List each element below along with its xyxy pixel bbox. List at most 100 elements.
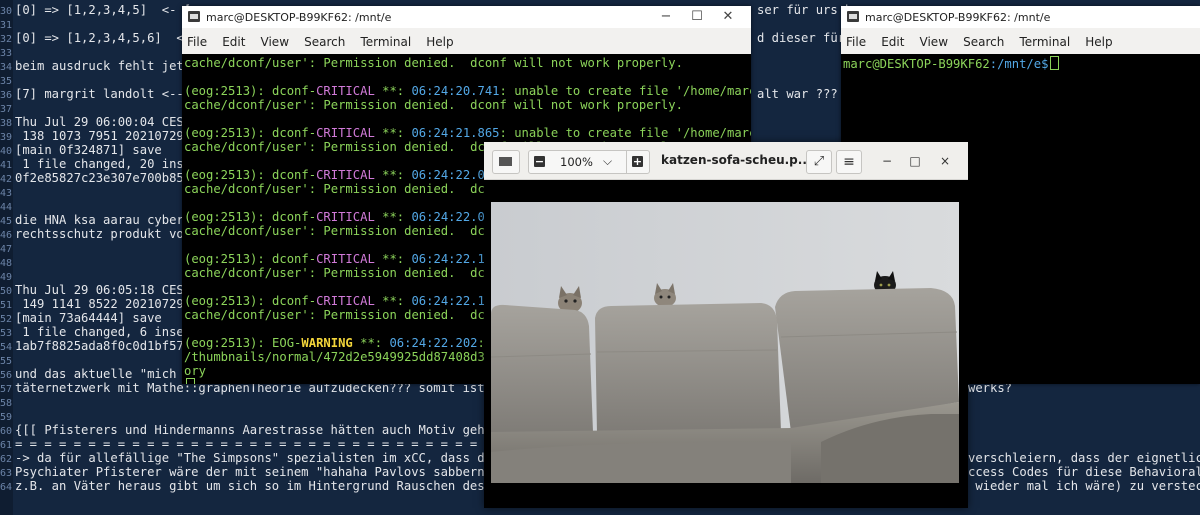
output-segment: 06:24:20.741 <box>411 84 500 98</box>
line-text: -> da für allefällige "The Simpsons" spe… <box>15 451 500 465</box>
terminal-output-line: ory <box>184 364 206 378</box>
line-text: 0f2e85827c23e307e700b85b <box>15 171 192 185</box>
zoom-in-icon: + <box>632 155 643 168</box>
close-button[interactable]: ✕ <box>720 9 736 25</box>
close-button[interactable]: × <box>936 152 954 170</box>
output-segment: 06:24:22.202 <box>389 336 478 350</box>
line-text: [0] => [1,2,3,4,5] <- [ <box>15 3 192 17</box>
maximize-button[interactable]: □ <box>906 152 924 170</box>
output-segment: cache/dconf/user': Permission denied. dc… <box>184 98 683 112</box>
menu-view[interactable]: View <box>256 28 294 49</box>
terminal-titlebar[interactable]: marc@DESKTOP-B99KF62: /mnt/e − ☐ ✕ <box>182 6 751 28</box>
terminal-app-icon <box>188 11 200 22</box>
fullscreen-button[interactable]: ⤢ <box>806 150 832 174</box>
zoom-level[interactable]: 100% <box>560 155 593 169</box>
minimize-button[interactable]: − <box>658 9 674 25</box>
menu-file[interactable]: File <box>182 28 212 49</box>
line-text: 1 file changed, 6 inser <box>15 325 192 339</box>
menu-file[interactable]: File <box>841 28 871 49</box>
output-segment: **: <box>374 168 412 182</box>
editor-line: 32 [0] => [1,2,3,4,5,6] <- <box>0 31 191 47</box>
line-text <box>13 269 15 283</box>
editor-line: 54 1ab7f8825ada8f0c0d1bf57e <box>0 339 191 355</box>
output-segment: **: <box>374 126 412 140</box>
editor-text-fragment: alt war ??? < <box>757 87 853 101</box>
viewer-headerbar[interactable]: − 100% ⌵ + katzen-sofa-scheu.p... ⤢ ≡ − … <box>484 142 968 180</box>
line-text: = = = = = = = = = = = = = = = = = = = = … <box>15 437 522 451</box>
editor-line: 64 z.B. an Väter heraus gibt um sich so i… <box>0 479 514 495</box>
menu-edit[interactable]: Edit <box>217 28 250 49</box>
output-segment: WARNING <box>301 336 353 350</box>
line-text: 149 1141 8522 20210729. <box>15 297 192 311</box>
line-text <box>13 409 15 423</box>
output-segment: (eog:2513): dconf- <box>184 84 317 98</box>
output-segment: CRITICAL <box>316 84 375 98</box>
terminal-output-line: cache/dconf/user': Permission denied. dc… <box>184 224 500 238</box>
terminal-output-line: (eog:2513): dconf-CRITICAL **: 06:24:20.… <box>184 84 751 98</box>
line-text: 138 1073 7951 20210729. <box>15 129 192 143</box>
output-segment: : unable to create file '/home/marc/. <box>499 84 751 98</box>
line-text: 1ab7f8825ada8f0c0d1bf57e <box>15 339 192 353</box>
gallery-icon <box>499 157 512 166</box>
line-text: {[[ Pfisterers und Hindermanns Aarestras… <box>15 423 507 437</box>
line-text: und das aktuelle "mich n <box>15 367 192 381</box>
line-text <box>13 199 15 213</box>
terminal-menubar: File Edit View Search Terminal Help <box>841 28 1200 54</box>
menu-help[interactable]: Help <box>1080 28 1117 49</box>
output-segment: cache/dconf/user': Permission denied. dc… <box>184 308 500 322</box>
shell-prompt: marc@DESKTOP-B99KF62:/mnt/e$ <box>843 56 1060 71</box>
terminal-menubar: File Edit View Search Terminal Help <box>182 28 751 54</box>
output-segment: : unable to create file '/home/marc/. <box>499 126 751 140</box>
output-segment: cache/dconf/user': Permission denied. dc… <box>184 56 683 70</box>
menu-terminal[interactable]: Terminal <box>1014 28 1075 49</box>
editor-text-fragment: d dieser für <box>757 31 846 45</box>
menu-search[interactable]: Search <box>299 28 350 49</box>
image-filename: katzen-sofa-scheu.p... <box>661 153 812 167</box>
output-segment: 06:24:21.865 <box>411 126 500 140</box>
terminal-output-line: (eog:2513): dconf-CRITICAL **: 06:24:22.… <box>184 210 500 224</box>
terminal-output-line: /thumbnails/normal/472d2e5949925dd87408d… <box>184 350 500 364</box>
maximize-button[interactable]: ☐ <box>689 9 705 25</box>
line-text <box>13 101 15 115</box>
output-segment: **: <box>374 84 412 98</box>
line-text <box>13 353 15 367</box>
menu-edit[interactable]: Edit <box>876 28 909 49</box>
editor-text-fragment: ccess Codes für diese Behavioral V <box>968 465 1200 479</box>
cats-behind-sofa-photo <box>491 202 959 483</box>
terminal-titlebar[interactable]: marc@DESKTOP-B99KF62: /mnt/e <box>841 6 1200 28</box>
window-title: marc@DESKTOP-B99KF62: /mnt/e <box>206 11 392 24</box>
output-segment: CRITICAL <box>316 294 375 308</box>
output-segment: /thumbnails/normal/472d2e5949925dd87408d… <box>184 350 500 364</box>
zoom-out-button[interactable]: − <box>529 151 551 173</box>
editor-line: 34 beim ausdruck fehlt jetz <box>0 59 191 75</box>
terminal-output-line: (eog:2513): EOG-WARNING **: 06:24:22.202… <box>184 336 500 350</box>
output-segment: **: <box>374 210 412 224</box>
menu-terminal[interactable]: Terminal <box>355 28 416 49</box>
terminal-app-icon <box>847 11 859 22</box>
output-segment: **: <box>352 336 390 350</box>
zoom-dropdown-icon[interactable]: ⌵ <box>603 154 612 169</box>
zoom-in-button[interactable]: + <box>626 151 649 173</box>
displayed-image[interactable] <box>491 202 959 483</box>
output-segment: cache/dconf/user': Permission denied. dc… <box>184 182 500 196</box>
output-segment: (eog:2513): dconf- <box>184 126 317 140</box>
line-text: beim ausdruck fehlt jetz <box>15 59 192 73</box>
image-viewer-window[interactable]: − 100% ⌵ + katzen-sofa-scheu.p... ⤢ ≡ − … <box>484 142 968 508</box>
terminal-output-line: cache/dconf/user': Permission denied. dc… <box>184 182 500 196</box>
terminal-output-line: cache/dconf/user': Permission denied. dc… <box>184 266 500 280</box>
menu-search[interactable]: Search <box>958 28 1009 49</box>
menu-view[interactable]: View <box>915 28 953 49</box>
menu-help[interactable]: Help <box>421 28 458 49</box>
terminal-output-line: cache/dconf/user': Permission denied. dc… <box>184 56 683 70</box>
line-text: Thu Jul 29 06:00:04 CEST <box>15 115 192 129</box>
minimize-button[interactable]: − <box>878 152 896 170</box>
line-text: die HNA ksa aarau cyberw <box>15 213 192 227</box>
line-text <box>13 17 15 31</box>
gallery-toggle-button[interactable] <box>492 150 520 174</box>
output-segment: (eog:2513): dconf- <box>184 294 317 308</box>
viewer-menu-button[interactable]: ≡ <box>836 150 862 174</box>
output-segment: CRITICAL <box>316 168 375 182</box>
editor-line: 46 rechtsschutz produkt von <box>0 227 191 243</box>
terminal-cursor <box>184 378 195 384</box>
line-text <box>13 241 15 255</box>
